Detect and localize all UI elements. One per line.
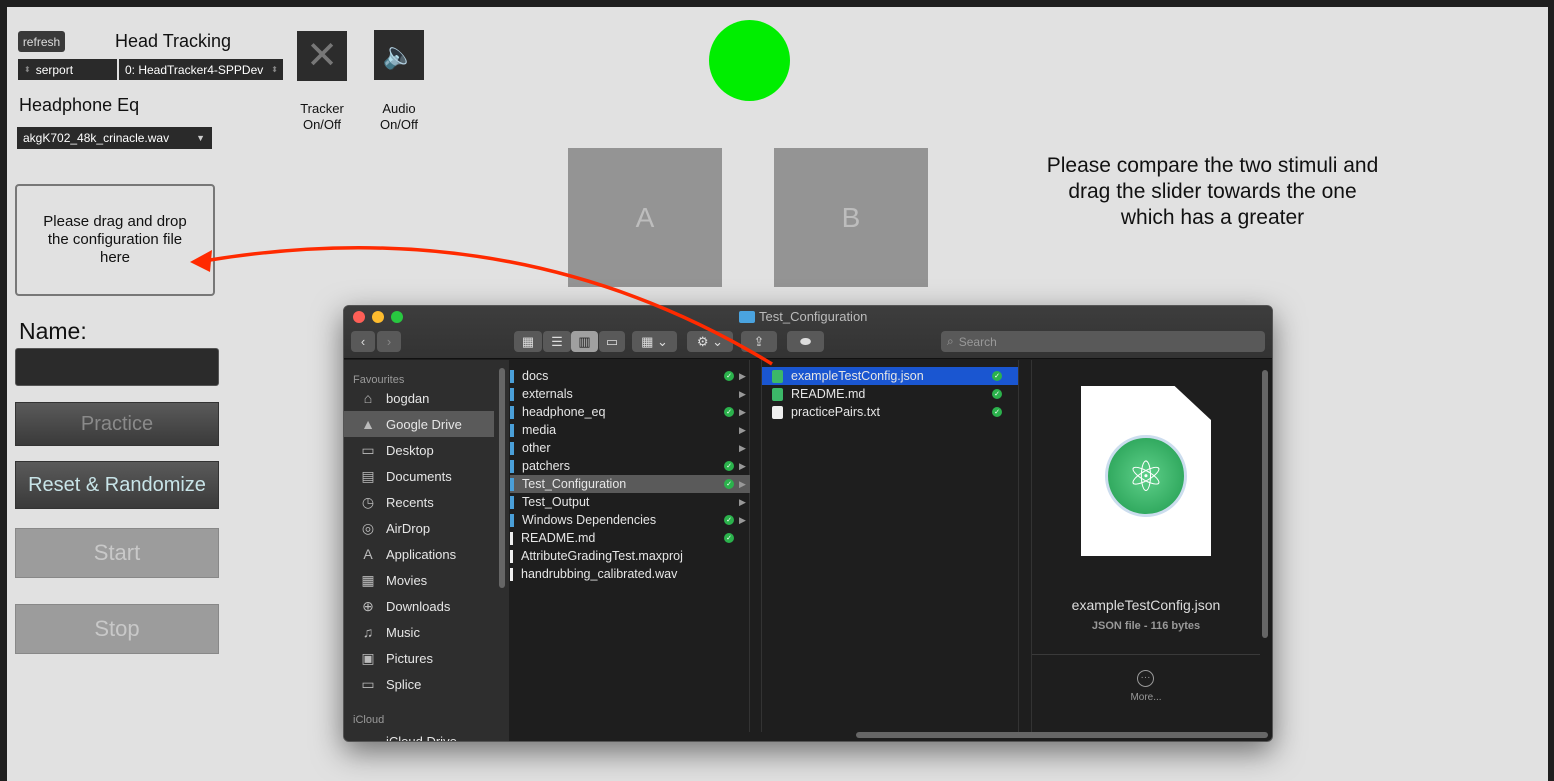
arrow-head-icon xyxy=(190,250,212,272)
drag-arrow-line xyxy=(209,246,773,366)
drag-arrow xyxy=(190,246,773,366)
